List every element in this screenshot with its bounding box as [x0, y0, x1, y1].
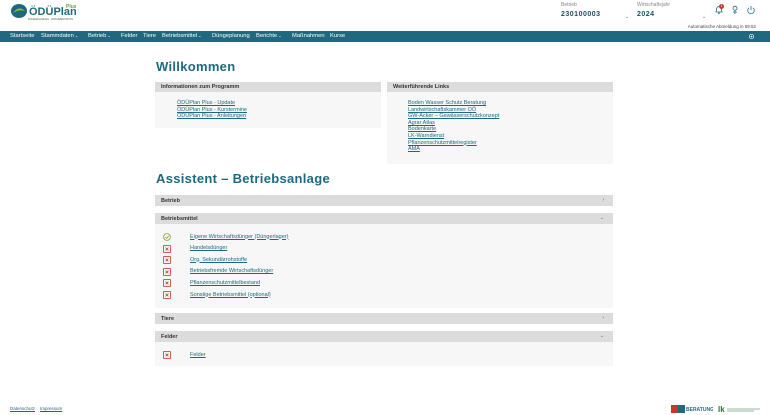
links-card-title: Weiterführende Links — [387, 82, 613, 92]
link-lk-ooe[interactable]: Landwirtschaftskammer OÖ — [408, 107, 499, 114]
auto-logout-timer: Automatische Abmeldung in 59:52 — [687, 24, 756, 29]
link-psm-register[interactable]: Pflanzenschutzmittelregister — [408, 140, 499, 147]
gear-icon[interactable] — [748, 33, 755, 40]
power-icon[interactable] — [746, 5, 756, 15]
nav-massnahmen[interactable]: Maßnahmen — [292, 33, 325, 39]
wirtschaftsjahr-value: 2024 — [637, 11, 655, 18]
chevron-down-icon: ⌄ — [107, 33, 111, 38]
nav-felder[interactable]: Felder — [121, 33, 137, 39]
section-betriebsmittel-header[interactable]: Betriebsmittel ⌄ — [155, 213, 613, 224]
wirtschaftsjahr-select[interactable]: Wirtschaftsjahr 2024 ⌄ — [637, 2, 707, 20]
chevron-right-icon: › — [602, 197, 604, 203]
section-felder-header[interactable]: Felder ⌄ — [155, 331, 613, 342]
betrieb-value: 230100003 — [561, 11, 601, 18]
chevron-down-icon: ⌄ — [599, 333, 604, 339]
bwsb-logo: BERATUNG — [671, 405, 713, 413]
section-tiere-label: Tiere — [161, 315, 175, 322]
section-felder-label: Felder — [161, 333, 178, 340]
footer-datenschutz[interactable]: Datenschutz — [10, 406, 35, 411]
betrieb-label: Betrieb — [561, 2, 577, 8]
betriebsmittel-link[interactable]: Pflanzenschutzmittelbestand — [190, 280, 260, 286]
chevron-down-icon: ⌄ — [74, 33, 79, 38]
betrieb-select[interactable]: Betrieb 230100003 ⌄ — [561, 2, 630, 20]
section-tiere-header[interactable]: Tiere › — [155, 313, 613, 324]
link-warndienst[interactable]: LK-Warndienst — [408, 133, 499, 140]
betriebsmittel-link[interactable]: Eigene Wirtschaftsdünger (Düngerlager) — [190, 234, 288, 240]
check-circle-icon — [163, 233, 171, 241]
svg-text:lk: lk — [718, 405, 725, 413]
betriebsmittel-link[interactable]: Betriebsfremde Wirtschaftsdünger — [190, 268, 273, 274]
info-card: Informationen zum Programm ÖDÜPlan Plus … — [155, 82, 381, 128]
x-square-icon — [163, 267, 171, 276]
link-agrar-atlas[interactable]: Agrar Atlas — [408, 120, 499, 127]
nav-betrieb[interactable]: Betrieb⌄ — [88, 33, 111, 39]
nav-startseite[interactable]: Startseite — [10, 33, 35, 39]
nav-duengeplanung[interactable]: Düngeplanung — [212, 33, 250, 39]
svg-text:Plus: Plus — [66, 4, 76, 10]
footer-impressum[interactable]: Impressum — [40, 406, 62, 411]
notification-badge: 1 — [719, 4, 724, 9]
footer: Datenschutz Impressum BERATUNG lk — [0, 402, 770, 415]
chevron-down-icon: ⌄ — [702, 14, 707, 20]
info-card-title: Informationen zum Programm — [155, 82, 381, 92]
wirtschaftsjahr-label: Wirtschaftsjahr — [637, 2, 671, 8]
chevron-right-icon: › — [602, 315, 604, 321]
betriebsmittel-link[interactable]: Org. Sekundärrohstoffe — [190, 257, 247, 263]
section-betrieb-label: Betrieb — [161, 197, 180, 204]
x-square-icon — [163, 256, 171, 264]
links-card: Weiterführende Links Boden Wasser Schutz… — [387, 82, 613, 164]
link-anleitungen[interactable]: ÖDÜPlan Plus - Anleitungen — [177, 113, 247, 120]
x-square-icon — [163, 244, 171, 253]
section-betriebsmittel-body: Eigene Wirtschaftsdünger (Düngerlager) H… — [155, 224, 613, 308]
link-update[interactable]: ÖDÜPlan Plus - Update — [177, 100, 247, 107]
chevron-down-icon: ⌄ — [198, 33, 202, 38]
link-gw-acker[interactable]: GW-Acker – Gewässerschutzkonzept — [408, 113, 499, 120]
nav-stammdaten[interactable]: Stammdaten⌄ — [41, 33, 78, 39]
x-square-icon — [163, 351, 171, 359]
page-title: Willkommen — [156, 59, 236, 74]
nav-tiere[interactable]: Tiere — [143, 33, 156, 39]
svg-text:BERATUNG: BERATUNG — [686, 407, 713, 413]
chevron-down-icon: ⌄ — [278, 33, 282, 38]
section-betrieb-header[interactable]: Betrieb › — [155, 195, 613, 206]
link-bwsb[interactable]: Boden Wasser Schutz Beratung — [408, 100, 499, 107]
chevron-down-icon: ⌄ — [625, 14, 630, 20]
betriebsmittel-link[interactable]: Handelsdünger — [190, 245, 227, 251]
felder-link[interactable]: Felder — [190, 352, 206, 358]
user-icon[interactable] — [730, 5, 740, 15]
betriebsmittel-link[interactable]: Sonstige Betriebsmittel (optional) — [190, 292, 271, 298]
section-felder-body: Felder — [155, 342, 613, 366]
x-square-icon — [163, 279, 171, 287]
assistant-title: Assistent – Betriebsanlage — [156, 171, 330, 186]
link-bodenkarte[interactable]: Bodenkarte — [408, 126, 499, 133]
nav-kurse[interactable]: Kurse — [330, 33, 345, 39]
top-header: ÖDÜPlan Plus DÜNGEPLANUNG · DOKUMENTATIO… — [0, 0, 770, 31]
main-navigation: Startseite Stammdaten⌄ Betrieb⌄ Felder T… — [0, 31, 770, 42]
nav-berichte[interactable]: Berichte⌄ — [256, 33, 282, 39]
x-square-icon — [163, 291, 171, 299]
nav-betriebsmittel[interactable]: Betriebsmittel⌄ — [162, 33, 201, 39]
lk-ooe-logo: lk — [718, 405, 760, 413]
chevron-down-icon: ⌄ — [599, 215, 604, 221]
link-ama[interactable]: AMA — [408, 146, 499, 153]
section-betriebsmittel-label: Betriebsmittel — [161, 215, 198, 222]
logo-tagline: DÜNGEPLANUNG · DOKUMENTATION — [28, 18, 73, 21]
